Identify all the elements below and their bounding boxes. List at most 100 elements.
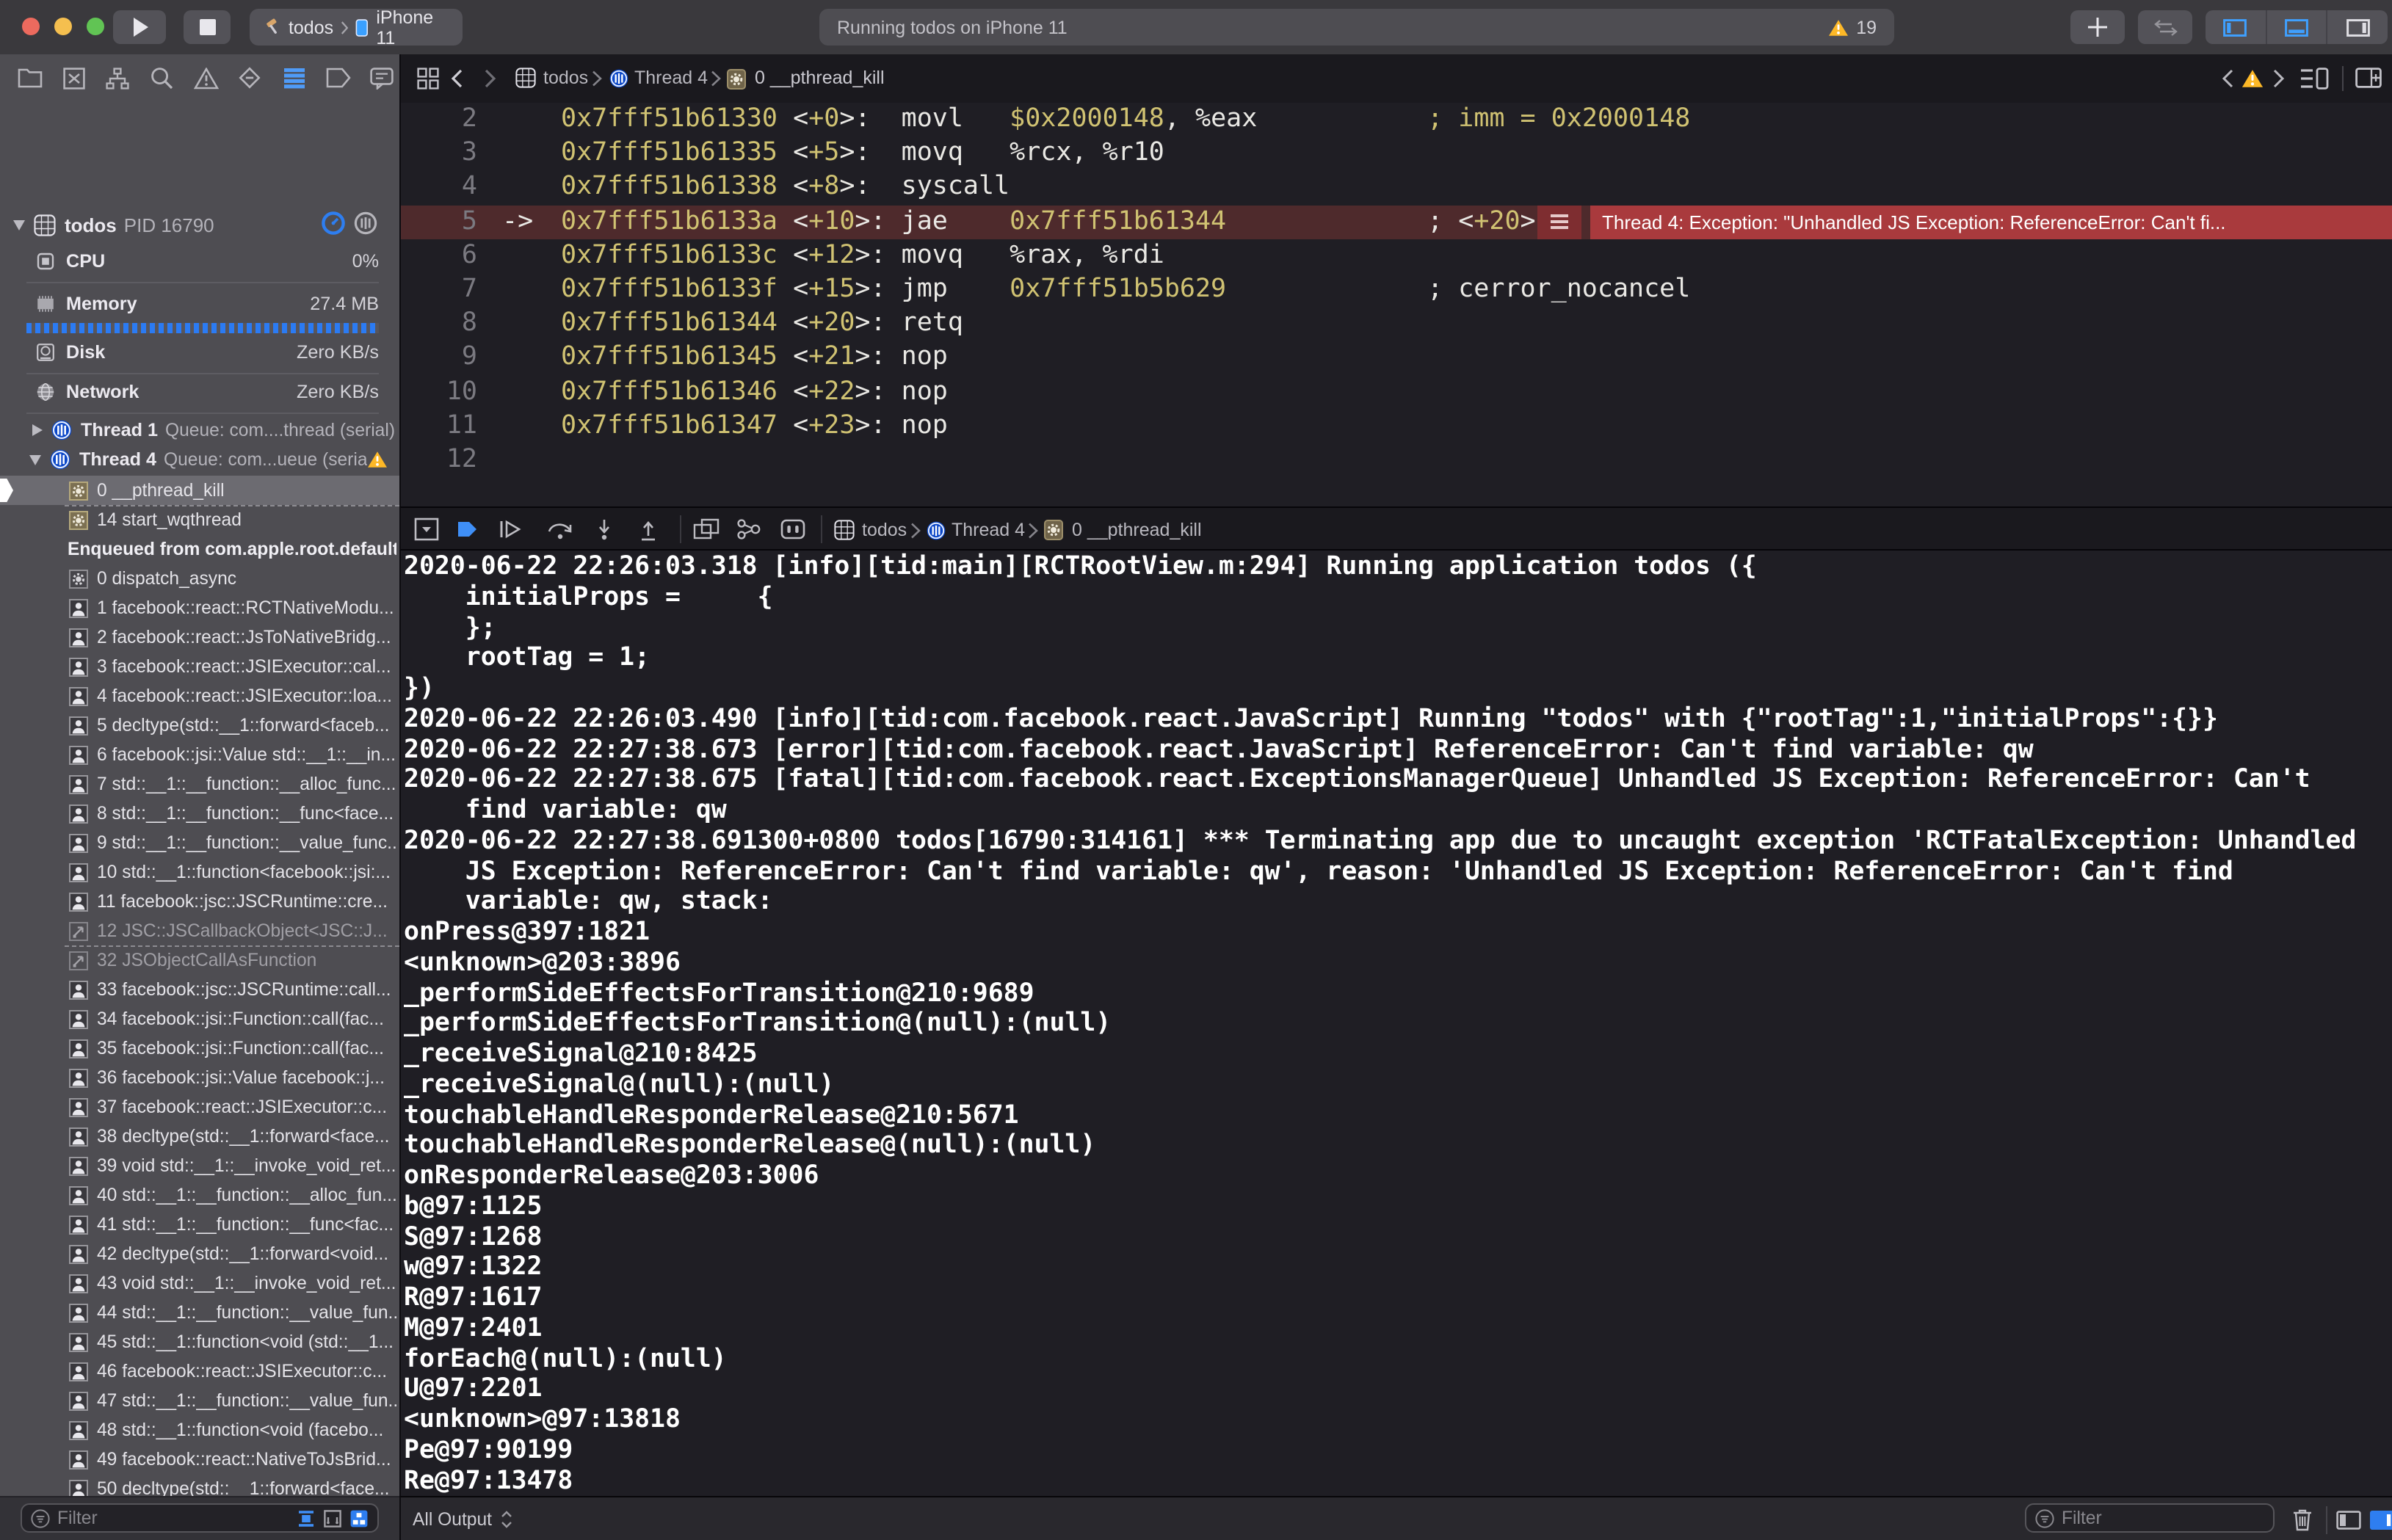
- adjust-editor-options-button[interactable]: [2299, 68, 2329, 90]
- stack-frame-row[interactable]: 4 facebook::react::JSIExecutor::loa...: [0, 681, 399, 711]
- stack-frame-row[interactable]: 0 __pthread_kill: [0, 476, 399, 505]
- stack-frame-row[interactable]: 40 std::__1::__function::__alloc_fun...: [0, 1180, 399, 1210]
- gauge-view-icon[interactable]: [322, 211, 345, 235]
- run-button[interactable]: [113, 10, 166, 44]
- enqueued-from-header[interactable]: Enqueued from com.apple.root.default...: [0, 534, 399, 564]
- step-over-button[interactable]: [546, 517, 573, 543]
- stack-frame-row[interactable]: 48 std::__1::function<void (facebo...: [0, 1415, 399, 1445]
- navigator-filter-field[interactable]: Filter: [21, 1503, 379, 1533]
- stack-frame-row[interactable]: 3 facebook::react::JSIExecutor::cal...: [0, 652, 399, 681]
- add-editor-library-button[interactable]: [2070, 10, 2125, 44]
- stack-frame-row[interactable]: 1 facebook::react::RCTNativeModu...: [0, 593, 399, 622]
- debug-jumpbar-thread[interactable]: Thread 4: [952, 508, 1025, 552]
- source-control-navigator-tab[interactable]: [59, 63, 88, 92]
- issue-navigator-tab[interactable]: [191, 63, 220, 92]
- add-editor-button[interactable]: [2355, 68, 2382, 88]
- debug-console[interactable]: 2020-06-22 22:26:03.318 [info][tid:main]…: [399, 551, 2392, 1496]
- previous-issue-button[interactable]: [2222, 69, 2233, 88]
- stack-frame-row[interactable]: 11 facebook::jsc::JSCRuntime::cre...: [0, 887, 399, 916]
- jumpbar-thread[interactable]: Thread 4: [634, 54, 708, 103]
- stack-frame-row[interactable]: 47 std::__1::__function::__value_fun...: [0, 1386, 399, 1415]
- report-navigator-tab[interactable]: [367, 63, 396, 92]
- stack-frame-row[interactable]: 7 std::__1::__function::__alloc_func...: [0, 769, 399, 799]
- toggle-navigator-panel-button[interactable]: [2206, 10, 2265, 44]
- network-gauge-row[interactable]: Network Zero KB/s: [0, 377, 399, 407]
- console-filter-field[interactable]: Filter: [2025, 1503, 2275, 1533]
- issue-warning-icon[interactable]: [2241, 69, 2264, 88]
- disclosure-triangle-icon[interactable]: [32, 424, 43, 436]
- back-button[interactable]: [451, 69, 463, 88]
- stack-frame-row[interactable]: 46 facebook::react::JSIExecutor::c...: [0, 1356, 399, 1386]
- hide-debug-area-button[interactable]: [414, 517, 441, 543]
- cpu-gauge-row[interactable]: CPU 0%: [0, 247, 399, 276]
- stack-frame-row[interactable]: 9 std::__1::__function::__value_func...: [0, 828, 399, 857]
- step-into-button[interactable]: [592, 517, 618, 543]
- filter-crashed-threads-icon[interactable]: [323, 1508, 342, 1528]
- swap-editors-button[interactable]: [2138, 10, 2192, 44]
- asm-line[interactable]: 30x7fff51b61335 <+5>: movq %rcx, %r10: [401, 137, 2392, 170]
- memory-gauge-row[interactable]: Memory 27.4 MB: [0, 289, 399, 319]
- breakpoint-navigator-tab[interactable]: [323, 63, 352, 92]
- stop-button[interactable]: [184, 10, 231, 44]
- thread-view-icon[interactable]: [354, 211, 377, 235]
- console-scope-selector[interactable]: All Output: [413, 1497, 492, 1540]
- stack-frame-row[interactable]: 14 start_wqthread: [0, 505, 399, 534]
- next-issue-button[interactable]: [2273, 69, 2285, 88]
- stack-frame-row[interactable]: 6 facebook::jsi::Value std::__1::__in...: [0, 740, 399, 769]
- stack-frame-row[interactable]: 41 std::__1::__function::__func<fac...: [0, 1210, 399, 1239]
- filter-view-mode-icon[interactable]: [349, 1508, 369, 1528]
- continue-button[interactable]: [498, 517, 524, 543]
- show-variables-view-button[interactable]: [2336, 1511, 2361, 1530]
- symbol-navigator-tab[interactable]: [103, 63, 132, 92]
- breakpoints-enabled-button[interactable]: [455, 517, 482, 543]
- stack-frame-row[interactable]: 36 facebook::jsi::Value facebook::j...: [0, 1063, 399, 1092]
- exception-banner[interactable]: Thread 4: Exception: "Unhandled JS Excep…: [1590, 205, 2392, 239]
- asm-line[interactable]: 110x7fff51b61347 <+23>: nop: [401, 410, 2392, 443]
- asm-line[interactable]: 80x7fff51b61344 <+20>: retq: [401, 307, 2392, 341]
- related-items-icon[interactable]: [417, 68, 439, 90]
- jumpbar-frame[interactable]: 0 __pthread_kill: [755, 54, 885, 103]
- stack-frame-row[interactable]: 38 decltype(std::__1::forward<face...: [0, 1122, 399, 1151]
- scheme-selector[interactable]: todos iPhone 11: [250, 9, 463, 46]
- stack-frame-row[interactable]: 12 JSC::JSCallbackObject<JSC::J...: [0, 916, 399, 945]
- debug-navigator-tab[interactable]: [279, 63, 308, 92]
- stack-frame-row[interactable]: 37 facebook::react::JSIExecutor::c...: [0, 1092, 399, 1122]
- exception-badge[interactable]: [1537, 205, 1581, 239]
- find-navigator-tab[interactable]: [147, 63, 176, 92]
- asm-line[interactable]: 100x7fff51b61346 <+22>: nop: [401, 375, 2392, 409]
- thread-4-row[interactable]: Thread 4 Queue: com...ueue (serial): [0, 445, 399, 474]
- disassembly-editor[interactable]: 20x7fff51b61330 <+0>: movl $0x2000148, %…: [399, 103, 2392, 506]
- environment-overrides-button[interactable]: [780, 517, 806, 543]
- forward-button[interactable]: [485, 69, 496, 88]
- stack-frame-row[interactable]: 49 facebook::react::NativeToJsBrid...: [0, 1445, 399, 1474]
- thread-1-row[interactable]: Thread 1 Queue: com....thread (serial): [0, 415, 399, 445]
- toggle-inspector-panel-button[interactable]: [2327, 10, 2388, 44]
- warning-icon[interactable]: [1828, 18, 1849, 36]
- stack-frame-row[interactable]: 10 std::__1::function<facebook::jsi:...: [0, 857, 399, 887]
- debug-jumpbar-frame[interactable]: 0 __pthread_kill: [1072, 508, 1202, 552]
- stack-frame-row[interactable]: 5 decltype(std::__1::forward<faceb...: [0, 711, 399, 740]
- stack-frame-row[interactable]: 50 decltype(std::__1::forward<face...: [0, 1474, 399, 1496]
- asm-line[interactable]: 20x7fff51b61330 <+0>: movl $0x2000148, %…: [401, 103, 2392, 137]
- jumpbar-project[interactable]: todos: [543, 54, 588, 103]
- disclosure-triangle-icon[interactable]: [13, 219, 25, 230]
- minimize-window-button[interactable]: [54, 18, 72, 35]
- project-navigator-tab[interactable]: [15, 63, 44, 92]
- warning-count[interactable]: 19: [1856, 17, 1877, 37]
- stack-frame-row[interactable]: 35 facebook::jsi::Function::call(fac...: [0, 1034, 399, 1063]
- asm-line[interactable]: 90x7fff51b61345 <+21>: nop: [401, 341, 2392, 375]
- debug-jumpbar-project[interactable]: todos: [862, 508, 907, 552]
- asm-line[interactable]: 60x7fff51b6133c <+12>: movq %rax, %rdi: [401, 239, 2392, 273]
- asm-line[interactable]: 70x7fff51b6133f <+15>: jmp 0x7fff51b5b62…: [401, 273, 2392, 307]
- stack-frame-row[interactable]: 45 std::__1::function<void (std::__1...: [0, 1327, 399, 1356]
- close-window-button[interactable]: [22, 18, 40, 35]
- disk-gauge-row[interactable]: Disk Zero KB/s: [0, 338, 399, 367]
- stack-frame-row[interactable]: 42 decltype(std::__1::forward<void...: [0, 1239, 399, 1268]
- step-out-button[interactable]: [636, 517, 662, 543]
- debug-view-hierarchy-button[interactable]: [693, 517, 720, 543]
- stack-frame-row[interactable]: 8 std::__1::__function::__func<face...: [0, 799, 399, 828]
- asm-line[interactable]: 40x7fff51b61338 <+8>: syscall: [401, 171, 2392, 205]
- filter-breakpoints-toggle-icon[interactable]: [297, 1508, 316, 1528]
- stack-frame-row[interactable]: 2 facebook::react::JsToNativeBridg...: [0, 622, 399, 652]
- asm-line[interactable]: 12: [401, 443, 2392, 477]
